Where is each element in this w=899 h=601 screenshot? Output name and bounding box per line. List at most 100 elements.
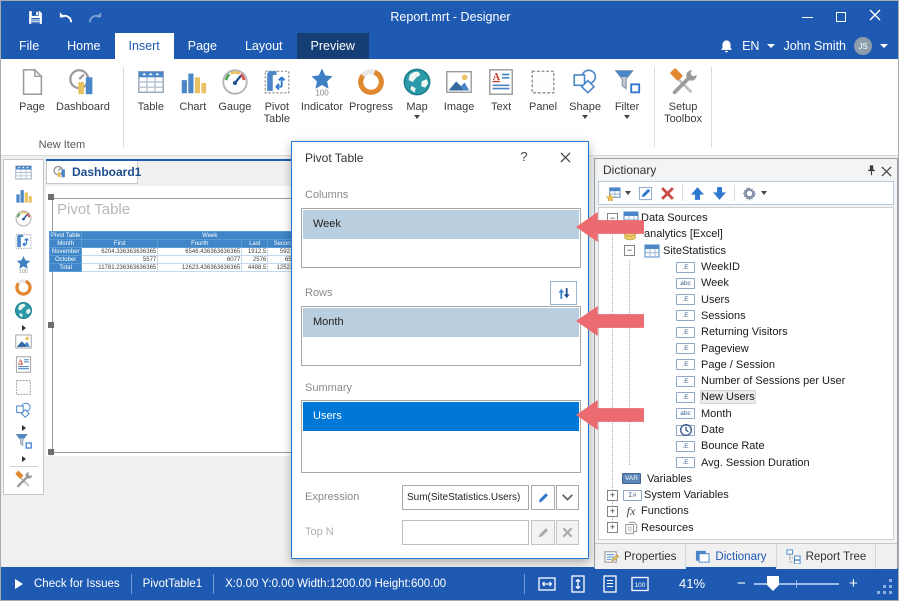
pin-icon[interactable] [865, 164, 879, 178]
menu-tab-home[interactable]: Home [53, 33, 114, 59]
menu-tab-file[interactable]: File [5, 33, 53, 59]
menu-tab-page[interactable]: Page [174, 33, 231, 59]
toolbox-map-icon[interactable] [14, 301, 33, 324]
zoom-100-icon[interactable]: 100 [630, 574, 650, 594]
toolbox-image-icon[interactable] [14, 332, 33, 355]
tree-item-new-users[interactable]: .ENew Users [599, 389, 893, 405]
ribbon-item-chart[interactable]: Chart [172, 66, 214, 155]
toolbox-indicator-icon[interactable]: 100 [14, 255, 33, 278]
tree-expander-icon[interactable]: + [607, 522, 618, 533]
image-icon [14, 332, 33, 356]
move-down-icon[interactable] [711, 185, 727, 201]
ribbon-item-table[interactable]: Table [130, 66, 172, 155]
avatar[interactable]: JS [854, 37, 872, 55]
tree-item-system-variables[interactable]: +Σ#System Variables [599, 487, 893, 503]
top-n-input[interactable] [402, 520, 529, 545]
ribbon-item-filter[interactable]: Filter [606, 66, 648, 155]
dropdown-caret-icon[interactable] [625, 191, 631, 195]
ribbon-item-gauge[interactable]: Gauge [214, 66, 256, 155]
language-selector[interactable]: EN [742, 39, 759, 53]
move-up-icon[interactable] [689, 185, 705, 201]
tree-item-weekid[interactable]: .EWeekID [599, 259, 893, 275]
user-name[interactable]: John Smith [783, 39, 846, 53]
toolbox-panel-icon[interactable] [14, 378, 33, 401]
list-item-week[interactable]: Week [303, 210, 579, 239]
close-dark-icon[interactable] [556, 149, 574, 165]
language-caret-icon[interactable] [767, 44, 775, 48]
toolbox-shape-icon[interactable] [14, 401, 33, 424]
resize-grip[interactable] [877, 579, 894, 596]
zoom-out-button[interactable]: − [737, 575, 746, 592]
toolbox-chart-icon[interactable] [14, 186, 33, 209]
zoom-slider-thumb[interactable] [767, 576, 779, 591]
toolbox-text-icon[interactable]: A [14, 355, 33, 378]
minimize-button[interactable] [790, 1, 824, 33]
dropdown-caret-icon[interactable] [414, 115, 420, 119]
add-item-icon[interactable] [605, 185, 621, 201]
toolbox-setup-toolbox-icon[interactable] [14, 470, 33, 493]
expand-caret-icon[interactable] [22, 455, 26, 463]
zoom-in-button[interactable]: + [849, 575, 858, 592]
tree-expander-icon[interactable]: − [624, 245, 635, 256]
tree-item-variables[interactable]: VARVariables [599, 471, 893, 487]
expression-input[interactable]: Sum(SiteStatistics.Users) [402, 485, 529, 510]
tree-item-users[interactable]: .EUsers [599, 291, 893, 307]
toolbox-filter-icon[interactable] [14, 432, 33, 455]
delete-icon[interactable] [659, 185, 675, 201]
help-icon[interactable]: ? [516, 149, 532, 164]
panel-tab-properties[interactable]: Properties [595, 544, 686, 569]
toolbox-progress-icon[interactable] [14, 278, 33, 301]
dropdown-caret-icon[interactable] [624, 115, 630, 119]
menu-tab-insert[interactable]: Insert [115, 33, 174, 59]
edit-icon[interactable] [637, 185, 653, 201]
tree-item-functions[interactable]: +fxFunctions [599, 503, 893, 519]
pivot-rowname: November [50, 248, 82, 256]
expression-edit-button[interactable] [531, 485, 555, 510]
tab-dashboard1[interactable]: Dashboard1 [46, 161, 138, 184]
settings-gear-icon[interactable] [741, 185, 757, 201]
fit-page-height-icon[interactable] [568, 574, 588, 594]
close-dark-icon[interactable] [881, 164, 895, 178]
tree-item-sitestatistics[interactable]: −SiteStatistics [599, 243, 893, 259]
tree-expander-icon[interactable]: + [607, 506, 618, 517]
columns-list[interactable]: Week [301, 208, 581, 268]
user-caret-icon[interactable] [880, 44, 888, 48]
toolbox-table-icon[interactable] [14, 163, 33, 186]
tree-item-week[interactable]: abcWeek [599, 275, 893, 291]
numeric-badge-icon: .E [676, 359, 695, 370]
summary-list[interactable]: Users [301, 400, 581, 473]
tree-item-page-session[interactable]: .EPage / Session [599, 357, 893, 373]
maximize-button[interactable] [824, 1, 858, 33]
dropdown-caret-icon[interactable] [761, 191, 767, 195]
tree-item-avg-session-duration[interactable]: .EAvg. Session Duration [599, 454, 893, 470]
whole-page-icon[interactable] [600, 574, 620, 594]
list-item-users[interactable]: Users [303, 402, 579, 431]
rows-list[interactable]: Month [301, 306, 581, 366]
tree-item-pageview[interactable]: .EPageview [599, 340, 893, 356]
ribbon-item-setup-toolbox[interactable]: Setup Toolbox [661, 66, 705, 155]
panel-tab-dictionary[interactable]: Dictionary [686, 544, 776, 569]
panel-tab-report-tree[interactable]: Report Tree [777, 544, 877, 569]
tree-item-bounce-rate[interactable]: .EBounce Rate [599, 438, 893, 454]
fit-page-width-icon[interactable] [537, 574, 557, 594]
tree-item-date[interactable]: Date [599, 422, 893, 438]
selection-handle[interactable] [48, 449, 54, 455]
check-for-issues[interactable]: Check for Issues [34, 578, 120, 590]
list-item-month[interactable]: Month [303, 308, 579, 337]
toolbox-pivot-table-icon[interactable] [14, 232, 33, 255]
play-icon[interactable] [15, 579, 23, 589]
toolbox-gauge-icon[interactable] [14, 209, 33, 232]
dashboard-tab-icon [53, 165, 67, 179]
tree-expander-icon[interactable]: + [607, 490, 618, 501]
close-button[interactable] [858, 1, 892, 33]
bell-icon[interactable] [719, 39, 734, 54]
expression-dropdown-button[interactable] [556, 485, 579, 510]
tree-item-resources[interactable]: +Resources [599, 520, 893, 536]
selection-handle[interactable] [48, 194, 54, 200]
swap-columns-rows-button[interactable] [550, 281, 577, 305]
menu-tab-preview[interactable]: Preview [297, 33, 369, 59]
menu-tab-layout[interactable]: Layout [231, 33, 297, 59]
selection-handle[interactable] [48, 322, 54, 328]
dropdown-caret-icon[interactable] [582, 115, 588, 119]
tree-item-number-of-sessions-per-user[interactable]: .ENumber of Sessions per User [599, 373, 893, 389]
